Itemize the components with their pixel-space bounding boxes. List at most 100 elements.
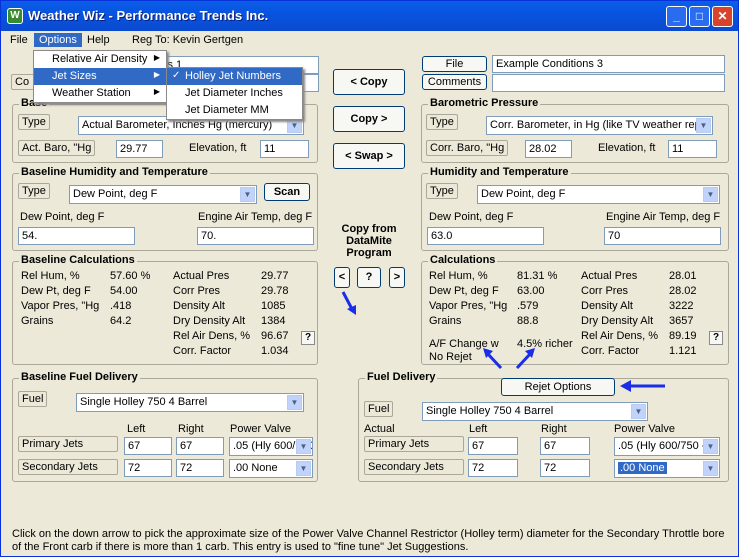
rejet-options-button[interactable]: Rejet Options — [501, 378, 615, 396]
calc-label: Rel Hum, % — [21, 270, 80, 282]
no-rejet-label: No Rejet — [429, 351, 472, 363]
swap-button[interactable]: < Swap > — [333, 143, 405, 169]
baseline-fuel-select[interactable]: Single Holley 750 4 Barrel ▼ — [76, 393, 304, 412]
calc-label: Density Alt — [581, 300, 633, 312]
comments-button[interactable]: Comments — [422, 74, 487, 90]
datamite-next-button[interactable]: > — [389, 267, 405, 288]
menu-file[interactable]: File — [5, 33, 33, 47]
scan-button[interactable]: Scan — [264, 183, 310, 201]
annotation-arrow-icon — [620, 380, 665, 392]
menu-item-jet-diameter-mm[interactable]: Jet Diameter MM — [167, 102, 302, 119]
menu-item-relative-air-density[interactable]: Relative Air Density ▶ — [34, 51, 166, 68]
menu-item-holley-jet-numbers[interactable]: ✓ Holley Jet Numbers — [167, 68, 302, 85]
options-menu: Relative Air Density ▶ Jet Sizes ▶ Weather… — [33, 50, 167, 103]
comments-field[interactable] — [492, 74, 725, 92]
baseline-dew-field[interactable]: 54. — [18, 227, 135, 245]
chevron-right-icon: ▶ — [153, 70, 160, 79]
menu-item-weather-station[interactable]: Weather Station ▶ — [34, 85, 166, 102]
chevron-down-icon[interactable]: ▼ — [696, 118, 711, 133]
title-bar: W Weather Wiz - Performance Trends Inc. … — [1, 1, 738, 31]
calc-value: 1085 — [261, 300, 286, 312]
calc-label: Grains — [21, 315, 54, 327]
baseline-secondary-right-field[interactable]: 72 — [176, 459, 224, 477]
calc-label: Corr Pres — [581, 285, 629, 297]
calc-value: 88.8 — [517, 315, 539, 327]
fuel-select[interactable]: Single Holley 750 4 Barrel ▼ — [422, 402, 648, 421]
dew-field[interactable]: 63.0 — [427, 227, 544, 245]
fuel-label: Fuel — [364, 401, 394, 417]
baseline-col-left: Left — [127, 423, 146, 435]
baseline-primary-right-field[interactable]: 67 — [176, 437, 224, 455]
primary-pv-select[interactable]: .05 (Hly 600/750 - ▼ — [614, 437, 720, 456]
calc-value: 29.77 — [261, 270, 289, 282]
menu-help[interactable]: Help — [82, 33, 115, 47]
primary-left-field[interactable]: 67 — [468, 437, 518, 455]
baseline-primary-left-field[interactable]: 67 — [124, 437, 172, 455]
secondary-pv-select[interactable]: .00 None ▼ — [614, 459, 720, 478]
primary-right-field[interactable]: 67 — [540, 437, 590, 455]
copy-right-button[interactable]: Copy > — [333, 106, 405, 132]
calc-label: Corr. Factor — [173, 345, 232, 357]
col-left: Left — [469, 423, 488, 435]
hum-type-select[interactable]: Dew Point, deg F ▼ — [477, 185, 720, 204]
jet-sizes-submenu: ✓ Holley Jet Numbers Jet Diameter Inches … — [166, 67, 303, 120]
chevron-right-icon: ▶ — [153, 87, 160, 96]
calc-value: 28.02 — [669, 285, 697, 297]
corr-baro-field[interactable]: 28.02 — [525, 140, 572, 158]
chevron-down-icon[interactable]: ▼ — [703, 461, 718, 476]
datamite-prev-button[interactable]: < — [334, 267, 350, 288]
engine-temp-field[interactable]: 70 — [604, 227, 721, 245]
calc-value: 3222 — [669, 300, 694, 312]
close-button[interactable]: ✕ — [712, 6, 733, 27]
window-title: Weather Wiz - Performance Trends Inc. — [28, 8, 269, 23]
minimize-button[interactable]: _ — [666, 6, 687, 27]
baseline-elevation-label: Elevation, ft — [189, 142, 247, 154]
act-baro-field[interactable]: 29.77 — [116, 140, 163, 158]
copy-left-button[interactable]: < Copy — [333, 69, 405, 95]
datamite-help-button[interactable]: ? — [357, 267, 381, 288]
calc-label: Density Alt — [173, 300, 225, 312]
calc-value: 1.034 — [261, 345, 289, 357]
menu-item-jet-sizes[interactable]: Jet Sizes ▶ — [34, 68, 166, 85]
chevron-down-icon[interactable]: ▼ — [287, 118, 302, 133]
chevron-down-icon[interactable]: ▼ — [287, 395, 302, 410]
elevation-field[interactable]: 11 — [668, 140, 717, 158]
col-power: Power Valve — [614, 423, 675, 435]
menu-options[interactable]: Options — [34, 33, 82, 47]
secondary-left-field[interactable]: 72 — [468, 459, 518, 477]
maximize-button[interactable]: □ — [689, 6, 710, 27]
calc-label: Vapor Pres, "Hg — [429, 300, 508, 312]
baseline-hum-type-select[interactable]: Dew Point, deg F ▼ — [69, 185, 257, 204]
calc-help-button[interactable]: ? — [709, 331, 723, 345]
baseline-col-power: Power Valve — [230, 423, 291, 435]
baseline-elevation-field[interactable]: 11 — [260, 140, 309, 158]
chevron-down-icon[interactable]: ▼ — [296, 461, 311, 476]
baseline-secondary-pv-select[interactable]: .00 None ▼ — [229, 459, 313, 478]
baro-type-select[interactable]: Corr. Barometer, in Hg (like TV weather … — [486, 116, 713, 135]
baseline-baro-type-label: Type — [18, 114, 50, 130]
chevron-down-icon[interactable]: ▼ — [631, 404, 646, 419]
baseline-comments-button[interactable]: Co — [11, 74, 35, 90]
calc-label: Grains — [429, 315, 462, 327]
file-field[interactable]: Example Conditions 3 — [492, 55, 725, 73]
calc-value: 57.60 % — [110, 270, 151, 282]
baseline-calc-help-button[interactable]: ? — [301, 331, 315, 345]
app-icon: W — [7, 8, 23, 24]
calc-label: Vapor Pres, "Hg — [21, 300, 100, 312]
calc-value: 81.31 % — [517, 270, 558, 282]
chevron-down-icon[interactable]: ▼ — [703, 439, 718, 454]
secondary-right-field[interactable]: 72 — [540, 459, 590, 477]
chevron-down-icon[interactable]: ▼ — [240, 187, 255, 202]
chevron-down-icon[interactable]: ▼ — [296, 439, 311, 454]
baseline-fuel-title: Baseline Fuel Delivery — [19, 371, 140, 383]
baseline-engine-temp-field[interactable]: 70. — [197, 227, 314, 245]
calc-value: 28.01 — [669, 270, 697, 282]
baseline-primary-pv-select[interactable]: .05 (Hly 600/750 - ▼ — [229, 437, 313, 456]
chevron-down-icon[interactable]: ▼ — [703, 187, 718, 202]
baseline-primary-label: Primary Jets — [18, 436, 118, 452]
corr-baro-label: Corr. Baro, "Hg — [426, 140, 509, 156]
checkmark-icon: ✓ — [172, 70, 181, 81]
menu-item-jet-diameter-inches[interactable]: Jet Diameter Inches — [167, 85, 302, 102]
file-button[interactable]: File — [422, 56, 487, 72]
baseline-secondary-left-field[interactable]: 72 — [124, 459, 172, 477]
